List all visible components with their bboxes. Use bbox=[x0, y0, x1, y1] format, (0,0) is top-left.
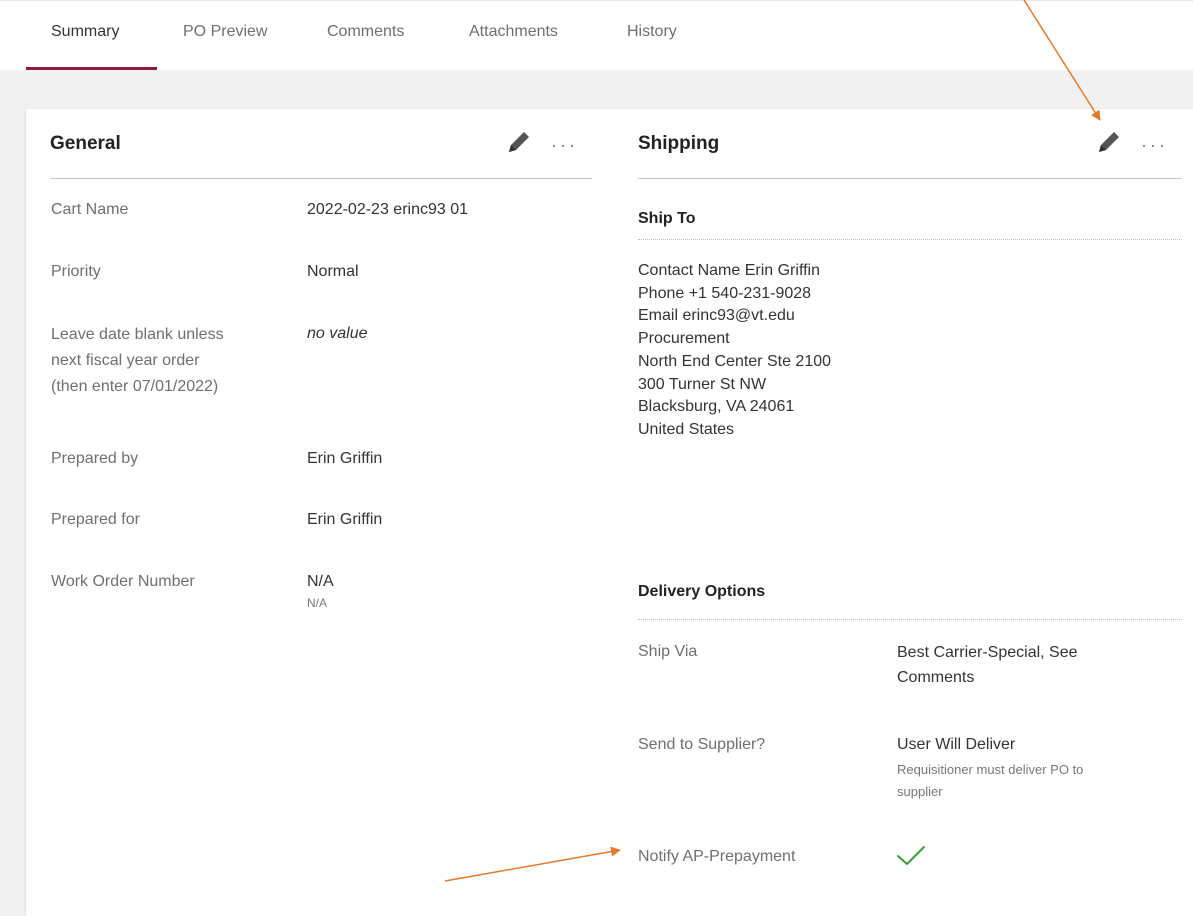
field-label-send-to-supplier: Send to Supplier? bbox=[638, 736, 766, 753]
general-section-title: General bbox=[50, 133, 121, 154]
ship-to-phone: Phone +1 540-231-9028 bbox=[638, 284, 812, 302]
delivery-options-heading: Delivery Options bbox=[638, 583, 766, 600]
general-edit-pencil-icon[interactable] bbox=[506, 129, 534, 155]
notify-ap-prepayment-checkmark-icon bbox=[897, 846, 925, 865]
field-value-prepared-by: Erin Griffin bbox=[307, 450, 383, 467]
ship-to-address-line-2: 300 Turner St NW bbox=[638, 375, 767, 393]
ship-to-address: Contact Name Erin Griffin Phone +1 540-2… bbox=[638, 260, 831, 442]
field-value-priority: Normal bbox=[307, 263, 359, 280]
field-value-leave-date: no value bbox=[307, 325, 368, 342]
shipping-section-divider bbox=[638, 178, 1182, 179]
tab-bar: Summary PO Preview Comments Attachments … bbox=[0, 0, 1193, 71]
field-subvalue-work-order-number: N/A bbox=[307, 596, 328, 610]
field-value-work-order-number: N/A bbox=[307, 573, 334, 590]
field-label-prepared-by: Prepared by bbox=[51, 450, 139, 467]
tab-summary[interactable]: Summary bbox=[51, 23, 119, 41]
delivery-options-divider bbox=[638, 619, 1182, 620]
field-label-priority: Priority bbox=[51, 263, 101, 280]
field-value-cart-name: 2022-02-23 erinc93 01 bbox=[307, 201, 469, 218]
ship-to-email: Email erinc93@vt.edu bbox=[638, 307, 795, 325]
field-value-prepared-for: Erin Griffin bbox=[307, 511, 383, 528]
ship-to-country: United States bbox=[638, 420, 735, 438]
field-value-ship-via: Best Carrier-Special, See Comments bbox=[897, 644, 1078, 686]
shipping-edit-pencil-icon[interactable] bbox=[1096, 129, 1124, 155]
tab-attachments[interactable]: Attachments bbox=[469, 23, 558, 41]
tab-history[interactable]: History bbox=[627, 23, 677, 41]
ship-to-department: Procurement bbox=[638, 330, 730, 348]
ship-to-city-state-zip: Blacksburg, VA 24061 bbox=[638, 398, 795, 416]
field-label-cart-name: Cart Name bbox=[51, 201, 129, 218]
ship-to-heading: Ship To bbox=[638, 210, 696, 227]
ship-to-divider bbox=[638, 239, 1182, 240]
field-label-prepared-for: Prepared for bbox=[51, 511, 140, 528]
shipping-more-options-icon[interactable]: ··· bbox=[1141, 136, 1168, 154]
ship-to-contact-name: Contact Name Erin Griffin bbox=[638, 262, 820, 279]
general-more-options-icon[interactable]: ··· bbox=[551, 136, 578, 154]
shipping-section-title: Shipping bbox=[638, 133, 720, 154]
field-label-work-order-number: Work Order Number bbox=[51, 573, 195, 590]
tab-comments[interactable]: Comments bbox=[327, 23, 404, 41]
field-value-send-to-supplier: User Will Deliver bbox=[897, 736, 1016, 753]
field-label-ship-via: Ship Via bbox=[638, 643, 698, 660]
field-subvalue-send-to-supplier: Requisitioner must deliver PO to supplie… bbox=[897, 762, 1084, 799]
field-label-notify-ap-prepayment: Notify AP-Prepayment bbox=[638, 848, 796, 865]
tab-po-preview[interactable]: PO Preview bbox=[183, 23, 267, 41]
general-section-divider bbox=[50, 178, 592, 179]
field-label-leave-date: Leave date blank unless next fiscal year… bbox=[51, 326, 224, 395]
ship-to-address-line-1: North End Center Ste 2100 bbox=[638, 352, 832, 370]
